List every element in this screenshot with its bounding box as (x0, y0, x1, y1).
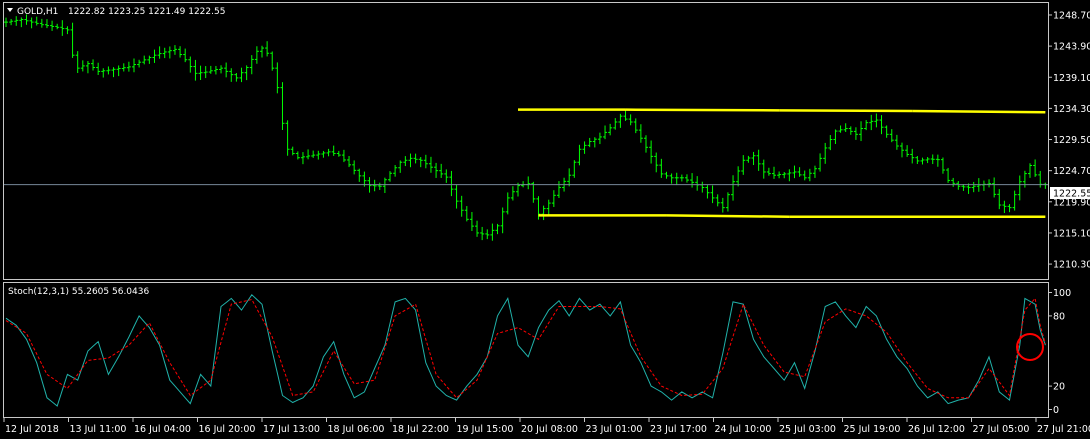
price-tick-label: 1224.70 (1053, 166, 1090, 177)
time-tick-label: 23 Jul 17:00 (650, 424, 707, 435)
stoch-title: Stoch(12,3,1) 55.2605 56.0436 (8, 287, 149, 297)
stoch-tick-label: 100 (1053, 288, 1071, 299)
time-tick-label: 27 Jul 21:00 (1037, 424, 1090, 435)
trendline-resistance[interactable] (625, 108, 780, 112)
time-tick-label: 27 Jul 05:00 (973, 424, 1030, 435)
stoch-tick-label: 80 (1053, 311, 1065, 322)
price-tick-label: 1234.30 (1053, 104, 1090, 115)
time-tick-label: 18 Jul 22:00 (392, 424, 449, 435)
current-price-tag: 1222.55 (1053, 189, 1090, 200)
price-tick-label: 1229.50 (1053, 135, 1090, 146)
ohlc-values: 1222.82 1223.25 1221.49 1222.55 (68, 7, 225, 17)
time-tick-label: 18 Jul 06:00 (328, 424, 385, 435)
time-tick-label: 24 Jul 10:00 (715, 424, 772, 435)
price-tick-label: 1243.90 (1053, 42, 1090, 53)
trendline-resistance[interactable] (912, 109, 1046, 114)
time-tick-label: 17 Jul 13:00 (263, 424, 320, 435)
price-tick-label: 1210.30 (1053, 260, 1090, 271)
time-tick-label: 26 Jul 12:00 (908, 424, 965, 435)
time-tick-label: 16 Jul 20:00 (199, 424, 256, 435)
time-tick-label: 20 Jul 08:00 (521, 424, 578, 435)
time-tick-label: 23 Jul 01:00 (586, 424, 643, 435)
trading-chart: 1248.70 1243.90 1239.10 1234.30 1229.50 1224.… (0, 0, 1090, 439)
time-tick-label: 25 Jul 03:00 (779, 424, 836, 435)
time-tick-label: 19 Jul 15:00 (457, 424, 514, 435)
price-tick-label: 1248.70 (1053, 10, 1090, 21)
time-tick-label: 13 Jul 11:00 (70, 424, 127, 435)
stoch-tick-label: 20 (1053, 382, 1065, 393)
stoch-tick-label: 0 (1053, 405, 1059, 416)
trendline-resistance[interactable] (779, 109, 913, 113)
time-tick-label: 16 Jul 04:00 (134, 424, 191, 435)
time-tick-label: 12 Jul 2018 (5, 424, 59, 435)
symbol-label: GOLD,H1 (17, 7, 58, 17)
price-tick-label: 1215.10 (1053, 228, 1090, 239)
price-axis: 1248.70 1243.90 1239.10 1234.30 1229.50 1224.… (1048, 10, 1090, 271)
chart-background (0, 0, 1090, 439)
trendline-support[interactable] (666, 214, 790, 218)
time-tick-label: 25 Jul 19:00 (844, 424, 901, 435)
price-tick-label: 1239.10 (1053, 73, 1090, 84)
